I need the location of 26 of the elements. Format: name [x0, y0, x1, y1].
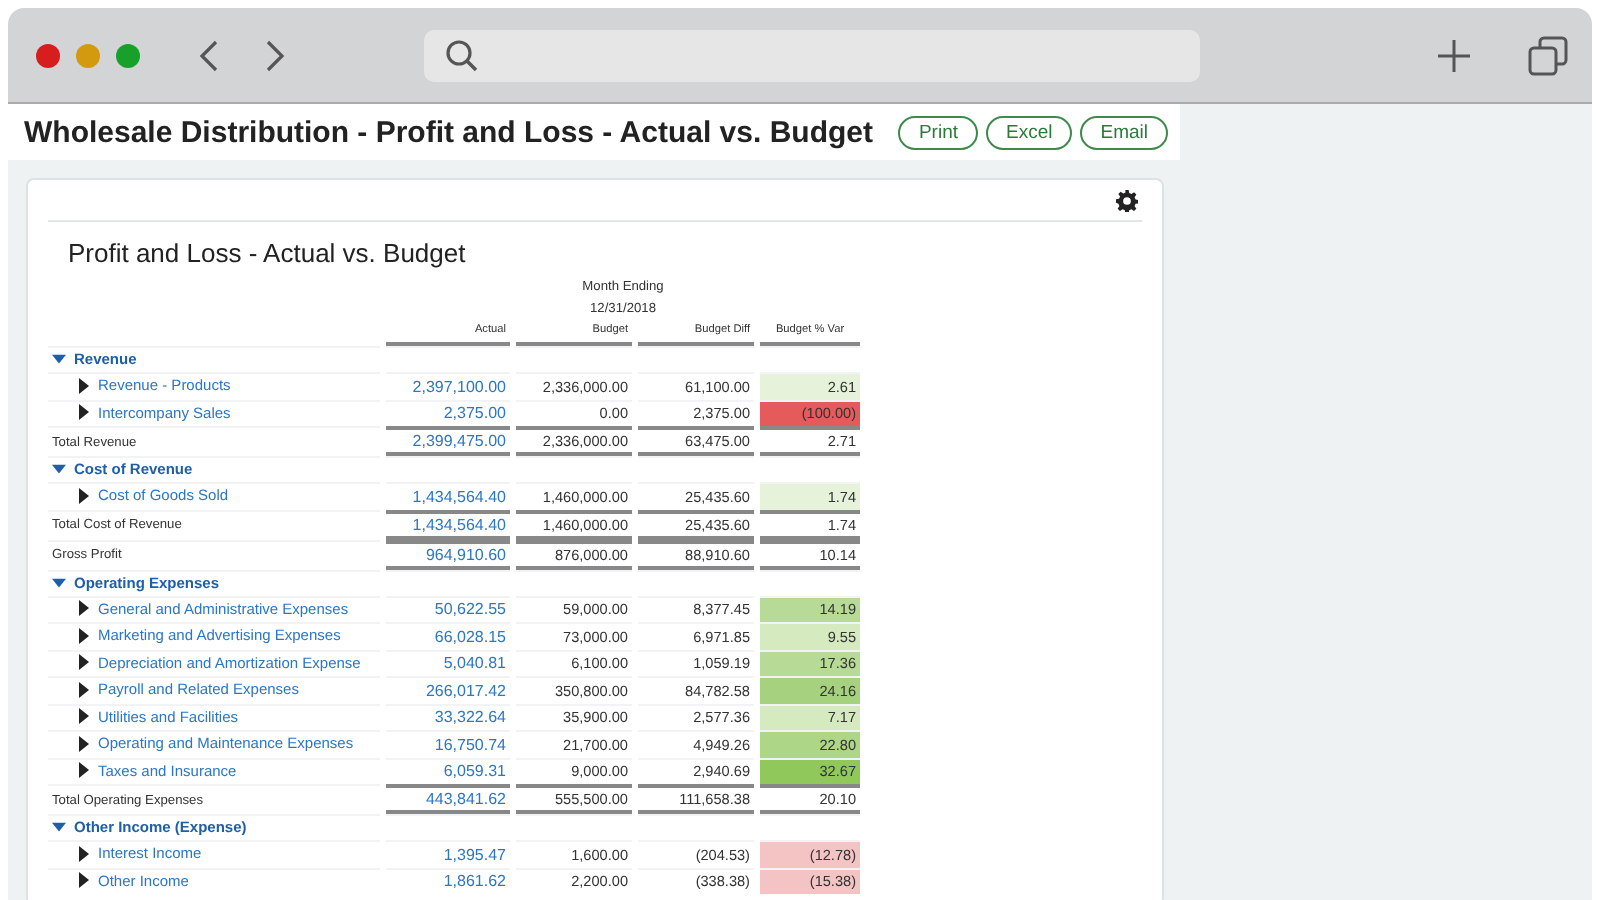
amount-link[interactable]: 33,322.64 [386, 703, 510, 730]
search-icon [444, 37, 480, 73]
action-button[interactable]: Print [898, 115, 978, 149]
action-button[interactable]: Email [1080, 115, 1168, 149]
amount-link[interactable]: 443,841.62 [386, 784, 510, 814]
report-title: Profit and Loss - Actual vs. Budget [68, 238, 468, 268]
amount-link[interactable]: 6,059.31 [386, 757, 510, 784]
amount-link[interactable]: 1,395.47 [386, 840, 510, 867]
close-icon[interactable] [36, 43, 60, 67]
action-button[interactable]: Excel [986, 115, 1073, 149]
amount-link[interactable]: 1,861.62 [386, 867, 510, 894]
new-tab-icon[interactable] [1436, 37, 1472, 73]
amount-link[interactable]: 5,040.81 [386, 649, 510, 676]
amount-link[interactable]: 2,399,475.00 [386, 426, 510, 456]
settings-icon[interactable] [1116, 189, 1138, 211]
amount-link[interactable]: 1,434,564.40 [386, 509, 510, 539]
tabs-icon[interactable] [1528, 35, 1568, 75]
amount-link[interactable]: 266,017.42 [386, 676, 510, 703]
amount-link[interactable]: 50,622.55 [386, 595, 510, 622]
amount-link[interactable]: 16,750.74 [386, 730, 510, 757]
page-title: Wholesale Distribution - Profit and Loss - Actual vs. Budget [24, 115, 873, 149]
amount-link[interactable]: 2,397,100.00 [386, 372, 510, 399]
amount-link[interactable]: 2,375.00 [386, 399, 510, 426]
amount-link[interactable]: 1,434,564.40 [386, 482, 510, 509]
amount-link[interactable]: 964,910.60 [386, 539, 510, 569]
amount-link[interactable]: 66,028.15 [386, 622, 510, 649]
